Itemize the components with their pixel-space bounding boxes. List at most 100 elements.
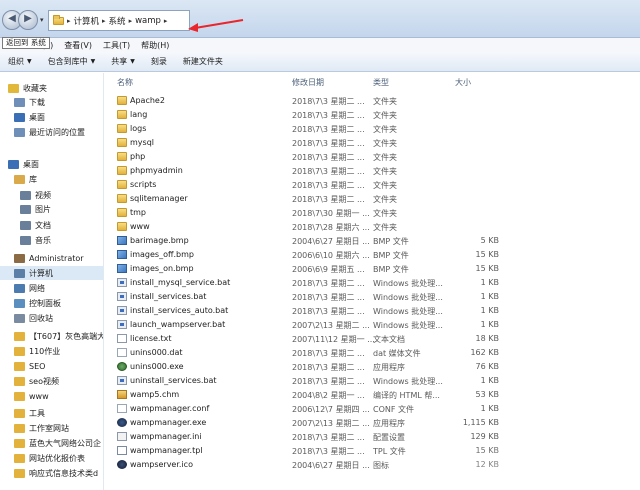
recent-places-icon: [14, 127, 25, 137]
sidebar-item[interactable]: 【T607】灰色高端大: [0, 329, 103, 343]
menu-view[interactable]: 查看(V): [64, 40, 92, 51]
sidebar-item[interactable]: 响应式信息技术类d: [0, 466, 103, 480]
sidebar-item[interactable]: 网站优化报价表: [0, 451, 103, 465]
file-row[interactable]: php 2018\7\3 星期二 ... 文件夹: [105, 150, 640, 164]
address-bar[interactable]: ▸ 计算机 ▸ 系统 ▸ wamp ▸: [48, 10, 190, 31]
file-row[interactable]: unins000.exe 2018\7\3 星期二 ... 应用程序 76 KB: [105, 360, 640, 374]
file-date: 2006\6\10 星期六 ...: [292, 251, 370, 260]
menu-tools[interactable]: 工具(T): [103, 40, 130, 51]
file-row[interactable]: scripts 2018\7\3 星期二 ... 文件夹: [105, 178, 640, 192]
file-name: install_services.bat: [130, 292, 207, 301]
column-header-name[interactable]: 名称: [117, 77, 133, 88]
sidebar-item-label: seo视频: [29, 376, 59, 386]
include-library-button[interactable]: 包含到库中 ▼: [48, 56, 96, 67]
sidebar-item[interactable]: seo视频: [0, 374, 103, 388]
new-folder-button[interactable]: 新建文件夹: [183, 56, 223, 67]
share-button[interactable]: 共享 ▼: [111, 56, 135, 67]
sidebar-item[interactable]: 工具: [0, 406, 103, 420]
recent-pages-dropdown-icon[interactable]: ▾: [40, 16, 44, 24]
column-header-type[interactable]: 类型: [373, 77, 389, 88]
file-date: 2018\7\3 星期二 ...: [292, 363, 365, 372]
file-row[interactable]: unins000.dat 2018\7\3 星期二 ... dat 媒体文件 162 …: [105, 346, 640, 360]
burn-button[interactable]: 刻录: [151, 56, 167, 67]
sidebar-item-label: 回收站: [29, 313, 53, 323]
breadcrumb-separator[interactable]: ▸: [129, 17, 133, 25]
chevron-down-icon: ▼: [130, 58, 135, 65]
folder-icon: [14, 408, 25, 418]
menu-help[interactable]: 帮助(H): [141, 40, 169, 51]
file-row[interactable]: lang 2018\7\3 星期二 ... 文件夹: [105, 108, 640, 122]
computer-icon: [14, 268, 25, 278]
file-row[interactable]: install_mysql_service.bat 2018\7\3 星期二 ..…: [105, 276, 640, 290]
file-name: license.txt: [130, 334, 172, 343]
file-name: www: [130, 222, 150, 231]
sidebar-item[interactable]: 控制面板: [0, 296, 103, 310]
breadcrumb-separator[interactable]: ▸: [164, 17, 168, 25]
file-row[interactable]: install_services_auto.bat 2018\7\3 星期二 ..…: [105, 304, 640, 318]
file-row[interactable]: images_on.bmp 2006\6\9 星期五 ... BMP 文件 15 KB: [105, 262, 640, 276]
bmp-file-icon: [117, 236, 127, 245]
sidebar-item[interactable]: 图片: [0, 202, 103, 216]
file-type: Windows 批处理...: [373, 279, 443, 288]
file-row[interactable]: wamp5.chm 2004\8\2 星期一 ... 编译的 HTML 帮... 53…: [105, 388, 640, 402]
file-row[interactable]: wampmanager.conf 2006\12\7 星期四 ... CONF 文件…: [105, 402, 640, 416]
file-type: 文件夹: [373, 167, 397, 176]
sidebar-item[interactable]: 计算机: [0, 266, 103, 280]
column-header-size[interactable]: 大小: [455, 77, 471, 88]
sidebar-item-label: www: [29, 391, 49, 401]
sidebar-item[interactable]: 蓝色大气网络公司企: [0, 436, 103, 450]
file-type: Windows 批处理...: [373, 377, 443, 386]
sidebar-item-label: 计算机: [29, 268, 53, 278]
sidebar-item[interactable]: 桌面: [0, 110, 103, 124]
file-row[interactable]: tmp 2018\7\30 星期一 ... 文件夹: [105, 206, 640, 220]
file-row[interactable]: mysql 2018\7\3 星期二 ... 文件夹: [105, 136, 640, 150]
file-row[interactable]: launch_wampserver.bat 2007\2\13 星期二 ... Wi…: [105, 318, 640, 332]
sidebar-item[interactable]: 网络: [0, 281, 103, 295]
file-date: 2018\7\3 星期二 ...: [292, 125, 365, 134]
file-row[interactable]: phpmyadmin 2018\7\3 星期二 ... 文件夹: [105, 164, 640, 178]
sidebar-item-label: 收藏夹: [23, 83, 47, 93]
file-row[interactable]: wampmanager.exe 2007\2\13 星期二 ... 应用程序 1,11…: [105, 416, 640, 430]
file-type: 文件夹: [373, 153, 397, 162]
file-row[interactable]: license.txt 2007\11\12 星期一 ... 文本文档 18 KB: [105, 332, 640, 346]
file-row[interactable]: uninstall_services.bat 2018\7\3 星期二 ... Wi…: [105, 374, 640, 388]
breadcrumb-computer[interactable]: 计算机: [74, 15, 100, 27]
sidebar-item[interactable]: 最近访问的位置: [0, 125, 103, 139]
sidebar-item[interactable]: 工作室网站: [0, 421, 103, 435]
sidebar-item[interactable]: 视频: [0, 188, 103, 202]
sidebar-item[interactable]: 回收站: [0, 311, 103, 325]
sidebar-item-label: SEO: [29, 361, 46, 371]
breadcrumb-wamp[interactable]: wamp: [135, 16, 161, 26]
breadcrumb-separator[interactable]: ▸: [102, 17, 106, 25]
documents-library-icon: [20, 220, 31, 230]
forward-button[interactable]: ▶: [18, 10, 38, 30]
sidebar-item[interactable]: 下载: [0, 95, 103, 109]
file-row[interactable]: Apache2 2018\7\3 星期二 ... 文件夹: [105, 94, 640, 108]
column-header-date[interactable]: 修改日期: [292, 77, 324, 88]
file-row[interactable]: sqlitemanager 2018\7\3 星期二 ... 文件夹: [105, 192, 640, 206]
organize-label: 组织: [8, 57, 24, 66]
file-row[interactable]: www 2018\7\28 星期六 ... 文件夹: [105, 220, 640, 234]
include-library-label: 包含到库中: [47, 57, 88, 66]
sidebar-item[interactable]: Administrator: [0, 251, 103, 265]
sidebar-item[interactable]: 110作业: [0, 344, 103, 358]
breadcrumb-system[interactable]: 系统: [109, 15, 126, 27]
organize-button[interactable]: 组织 ▼: [8, 56, 32, 67]
sidebar-item[interactable]: 音乐: [0, 233, 103, 247]
dat-file-icon: [117, 348, 127, 357]
file-row[interactable]: images_off.bmp 2006\6\10 星期六 ... BMP 文件 15 …: [105, 248, 640, 262]
sidebar-item[interactable]: 桌面: [0, 157, 103, 171]
sidebar-item[interactable]: 收藏夹: [0, 81, 103, 95]
file-date: 2018\7\3 星期二 ...: [292, 167, 365, 176]
file-row[interactable]: barimage.bmp 2004\6\27 星期日 ... BMP 文件 5 KB: [105, 234, 640, 248]
folder-file-icon: [117, 180, 127, 189]
file-row[interactable]: logs 2018\7\3 星期二 ... 文件夹: [105, 122, 640, 136]
file-row[interactable]: install_services.bat 2018\7\3 星期二 ... Wind…: [105, 290, 640, 304]
file-name: wampmanager.exe: [130, 418, 207, 427]
sidebar-item[interactable]: www: [0, 389, 103, 403]
sidebar-item[interactable]: SEO: [0, 359, 103, 373]
sidebar-item[interactable]: 库: [0, 172, 103, 186]
file-name: wampserver.ico: [130, 460, 193, 469]
sidebar-item[interactable]: 文档: [0, 218, 103, 232]
breadcrumb-separator[interactable]: ▸: [67, 17, 71, 25]
